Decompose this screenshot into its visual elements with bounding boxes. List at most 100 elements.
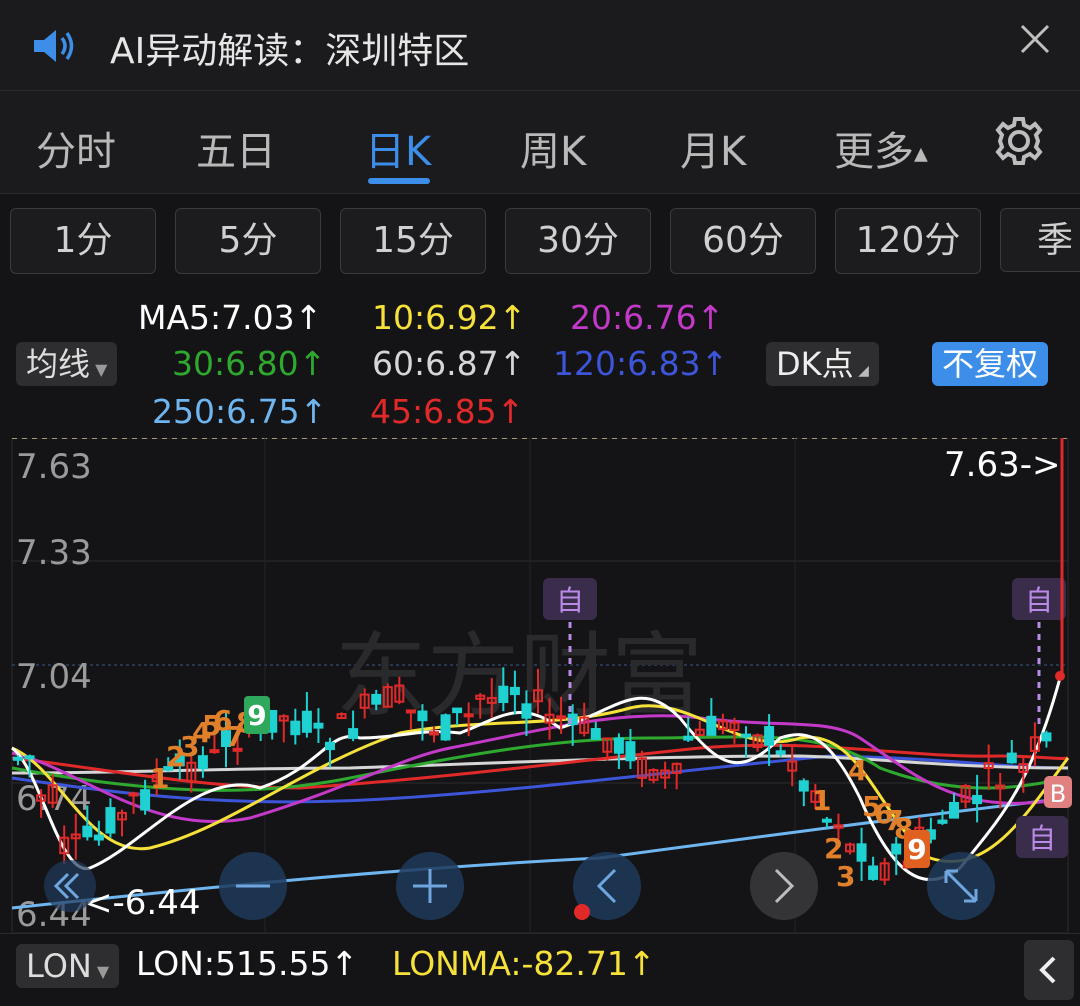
candle-body (764, 726, 775, 746)
seq-right-9: 9 (907, 833, 926, 866)
tab-fenshi[interactable]: 分时 (36, 119, 116, 177)
candle-body (93, 834, 104, 841)
candle-body (498, 685, 509, 704)
page-title: AI异动解读：深圳特区 (110, 31, 470, 72)
candle-body (371, 693, 382, 705)
lon-selector[interactable]: LON ▼ (16, 944, 120, 988)
candle-body (868, 865, 879, 880)
self-marker-left-label: 自 (556, 584, 584, 617)
candle-body (509, 686, 520, 696)
candle-body (417, 710, 428, 722)
ma45-value: 45:6.85↑ (370, 392, 525, 431)
period-1min-button[interactable]: 1分 (10, 208, 156, 274)
candle-body (105, 807, 116, 834)
buy-marker[interactable]: B (1044, 776, 1072, 808)
ma10-value: 10:6.92↑ (372, 298, 527, 337)
period-tabs: 分时 五日 日K 周K 月K 更多▲ (0, 91, 1080, 194)
gear-icon[interactable] (992, 114, 1046, 168)
seq-right-1: 1 (812, 784, 831, 817)
candle-body (706, 715, 717, 736)
candlestick-chart[interactable]: 东方财富 7.63 7.33 7.04 6.74 6.44 自 自 自 B 1 … (0, 438, 1080, 933)
ma-selector-label: 均线 (26, 345, 91, 383)
y-label-3: 7.04 (16, 657, 92, 697)
sub-indicator-bar: LON ▼ LON:515.55↑ LONMA:-82.71↑ (0, 933, 1080, 1006)
lonma-value: LONMA:-82.71↑ (392, 944, 656, 983)
ma-selector[interactable]: 均线 ▼ (16, 342, 118, 386)
tab-month-k[interactable]: 月K (680, 119, 746, 177)
candle-body (590, 728, 601, 740)
scroll-right-button[interactable] (750, 852, 818, 920)
candle-body (405, 709, 416, 714)
period-5min-button[interactable]: 5分 (175, 208, 321, 274)
candle-body (197, 755, 208, 770)
candle-body (949, 802, 959, 819)
candle-body (463, 713, 474, 718)
active-tab-indicator (368, 178, 430, 184)
candle-body (82, 825, 93, 838)
caret-up-icon: ▲ (914, 143, 928, 165)
y-label-2: 7.33 (16, 533, 92, 573)
period-30min-button[interactable]: 30分 (505, 208, 651, 274)
tab-wuri[interactable]: 五日 (196, 119, 276, 177)
expand-button[interactable] (927, 852, 995, 920)
candle-body (937, 819, 948, 824)
candle-body (856, 843, 867, 862)
no-adjust-button[interactable]: 不复权 (932, 342, 1049, 386)
candle-body (348, 728, 359, 739)
seq-left-9: 9 (247, 699, 266, 732)
candle-body (325, 741, 335, 751)
zoom-in-button[interactable] (396, 852, 464, 920)
corner-triangle-icon: ◢ (853, 363, 869, 379)
candle-body (209, 749, 220, 754)
close-icon[interactable] (1014, 18, 1056, 60)
period-120min-button[interactable]: 120分 (835, 208, 981, 274)
chevron-left-icon (1039, 956, 1056, 984)
candle-body (452, 707, 463, 714)
ma30-value: 30:6.80↑ (172, 344, 327, 383)
seq-right-4: 4 (848, 754, 867, 787)
candle-body (683, 735, 694, 741)
speaker-icon[interactable] (30, 26, 78, 66)
ma250-value: 250:6.75↑ (152, 392, 328, 431)
tab-week-k[interactable]: 周K (520, 119, 586, 177)
buy-marker-label: B (1050, 780, 1066, 808)
dk-point-button[interactable]: DK点 ◢ (766, 342, 879, 386)
candle-body (1041, 732, 1052, 742)
lon-selector-label: LON (26, 947, 92, 985)
candle-body (556, 715, 567, 720)
candle-body (891, 843, 902, 855)
tab-day-k[interactable]: 日K (365, 119, 431, 177)
candle-body (313, 722, 324, 729)
high-price-label: 7.63-> (944, 445, 1060, 485)
dropdown-caret-icon: ▼ (90, 360, 108, 379)
candle-body (128, 792, 139, 797)
self-marker-edge[interactable]: 自 (1016, 816, 1068, 858)
candle-body (741, 733, 751, 738)
collapse-button[interactable] (1024, 940, 1074, 1000)
candle-body (625, 741, 636, 762)
candle-body (13, 756, 23, 761)
period-15min-button[interactable]: 15分 (340, 208, 486, 274)
low-price-label: <-6.44 (84, 883, 200, 923)
tab-more[interactable]: 更多▲ (834, 119, 928, 177)
header-bar: AI异动解读：深圳特区 (0, 0, 1080, 91)
period-60min-button[interactable]: 60分 (670, 208, 816, 274)
seq-right-3: 3 (836, 860, 855, 893)
rewind-button[interactable] (44, 860, 96, 912)
dk-point-label: DK点 (776, 345, 854, 383)
candle-body (440, 714, 451, 741)
period-season-button[interactable]: 季 (1000, 208, 1080, 272)
candle-body (613, 737, 624, 754)
candle-body (24, 755, 35, 760)
latest-point-dot (574, 904, 590, 920)
candle-body (775, 750, 786, 755)
self-marker-edge-label: 自 (1028, 822, 1056, 855)
candle-body (140, 789, 151, 811)
ma20-value: 20:6.76↑ (570, 298, 725, 337)
y-label-top: 7.63 (16, 447, 92, 487)
candle-body (290, 720, 301, 736)
candle-body (972, 794, 983, 805)
zoom-out-button[interactable] (219, 852, 287, 920)
ma5-value: MA5:7.03↑ (138, 298, 323, 337)
lon-value: LON:515.55↑ (136, 944, 359, 983)
